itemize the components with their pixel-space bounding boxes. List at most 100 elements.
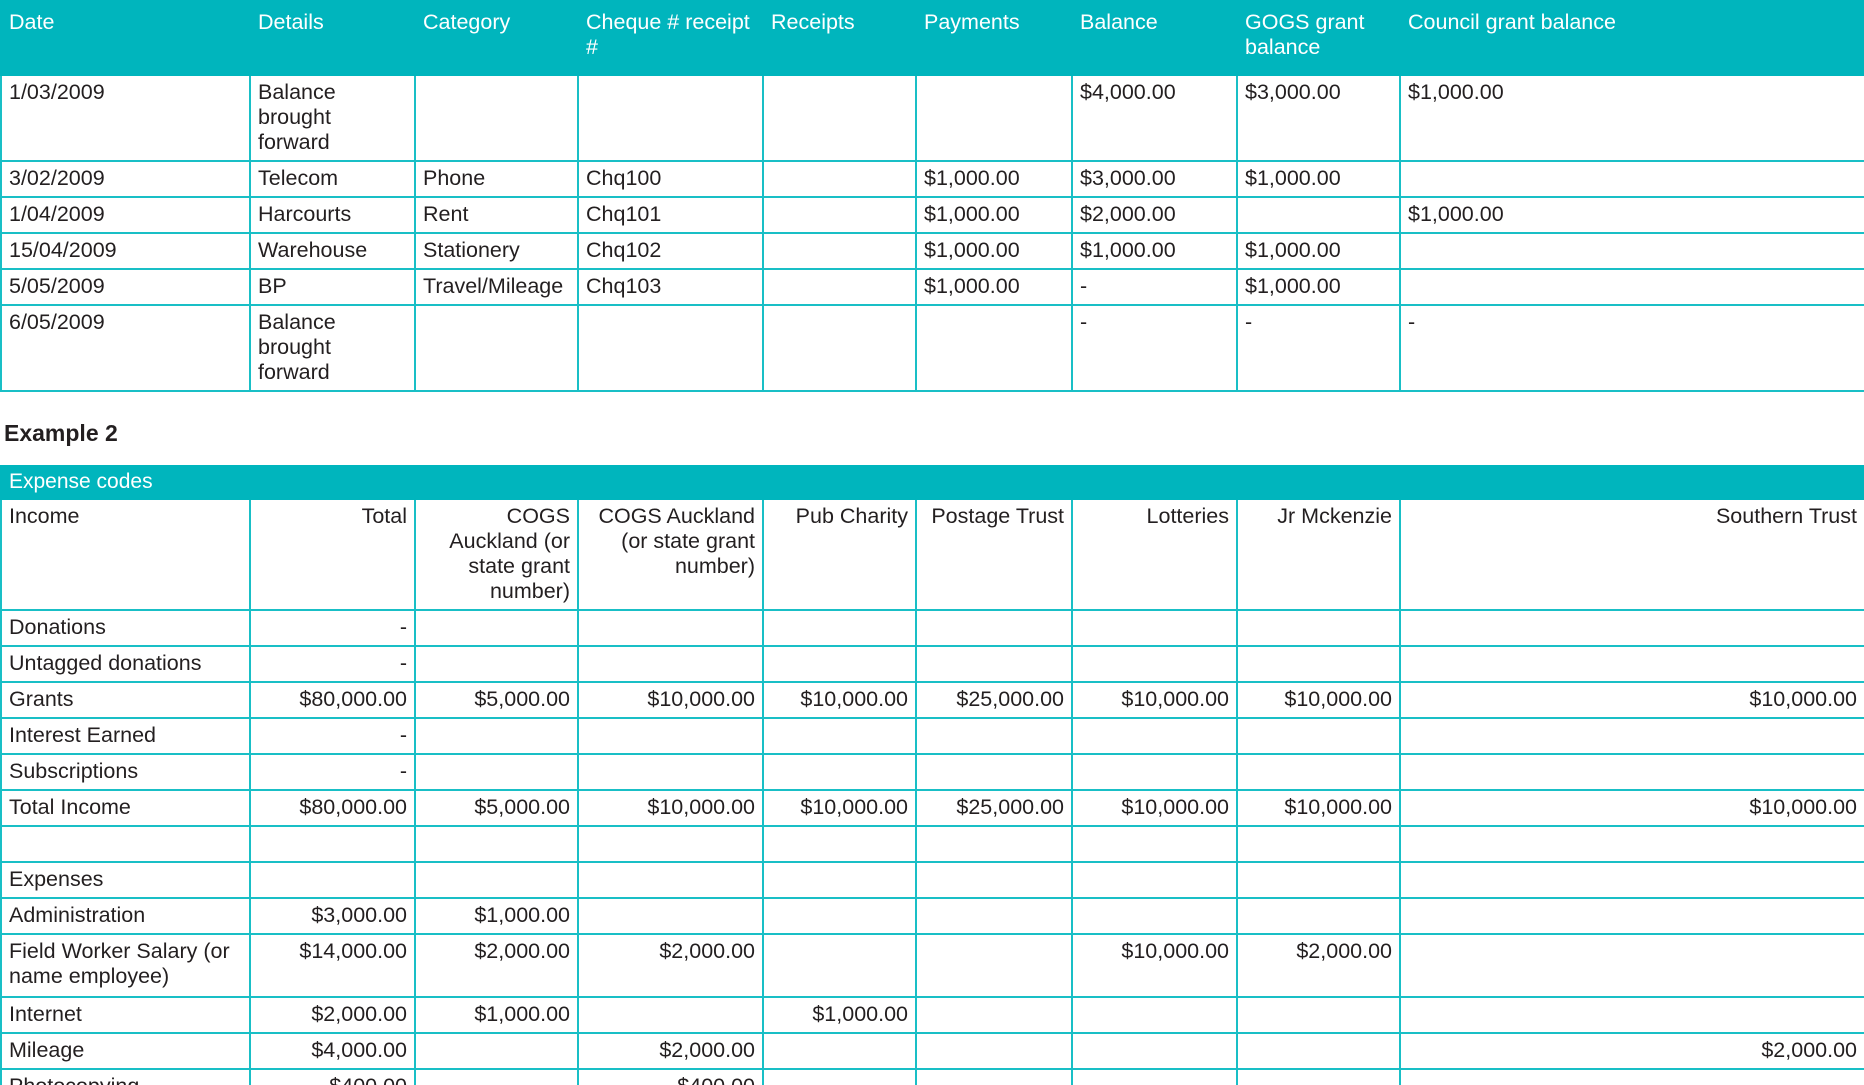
table-cell bbox=[1399, 160, 1864, 198]
table-cell: $1,000.00 bbox=[1399, 74, 1864, 162]
table-cell bbox=[1071, 645, 1238, 683]
table-cell bbox=[1236, 717, 1401, 755]
table-cell: $3,000.00 bbox=[249, 897, 416, 935]
table-cell bbox=[577, 74, 764, 162]
table-cell: $1,000.00 bbox=[1236, 232, 1401, 270]
table-cell bbox=[577, 717, 764, 755]
table-cell bbox=[1399, 609, 1864, 647]
table-cell bbox=[915, 825, 1073, 863]
table-cell bbox=[762, 825, 917, 863]
table-cell bbox=[1236, 753, 1401, 791]
table-cell bbox=[1071, 897, 1238, 935]
table-cell bbox=[762, 1068, 917, 1085]
table-row: 1/04/2009 Harcourts Rent Chq101 $1,000.00 $2,… bbox=[0, 196, 1864, 234]
table-cell: Phone bbox=[414, 160, 579, 198]
table-cell bbox=[1236, 897, 1401, 935]
row-label: Interest Earned bbox=[0, 717, 251, 755]
table-cell: $1,000.00 bbox=[915, 196, 1073, 234]
table-cell: $80,000.00 bbox=[249, 789, 416, 827]
table-cell bbox=[414, 717, 579, 755]
column-header: COGS Auckland (or state grant number) bbox=[414, 498, 579, 611]
column-header: Postage Trust bbox=[915, 498, 1073, 611]
table-cell: Stationery bbox=[414, 232, 579, 270]
expense-codes-banner-row: Expense codes bbox=[0, 465, 1864, 500]
column-header: Income bbox=[0, 498, 251, 611]
table-cell bbox=[1071, 609, 1238, 647]
table-cell bbox=[762, 160, 917, 198]
table-cell bbox=[414, 861, 579, 899]
table-cell bbox=[1236, 996, 1401, 1034]
table-cell: - bbox=[249, 609, 416, 647]
table-cell bbox=[762, 232, 917, 270]
table-row: 1/03/2009 Balance brought forward $4,000.0… bbox=[0, 74, 1864, 162]
table-cell bbox=[762, 609, 917, 647]
table-cell bbox=[249, 861, 416, 899]
row-label: Field Worker Salary (or name employee) bbox=[0, 933, 251, 998]
table-cell: $10,000.00 bbox=[762, 789, 917, 827]
table-cell: $10,000.00 bbox=[1071, 933, 1238, 998]
table-cell: $1,000.00 bbox=[915, 160, 1073, 198]
table-cell: 3/02/2009 bbox=[0, 160, 251, 198]
row-label: Subscriptions bbox=[0, 753, 251, 791]
table-cell: $1,000.00 bbox=[1071, 232, 1238, 270]
column-header: COGS Auckland (or state grant number) bbox=[577, 498, 764, 611]
table-row: Expenses bbox=[0, 861, 1864, 899]
table-cell bbox=[1399, 717, 1864, 755]
table-cell bbox=[414, 1068, 579, 1085]
column-header: Details bbox=[249, 0, 416, 76]
table-cell: $2,000.00 bbox=[1399, 1032, 1864, 1070]
table-cell bbox=[414, 74, 579, 162]
table-cell bbox=[1399, 933, 1864, 998]
table-cell: Telecom bbox=[249, 160, 416, 198]
table-cell bbox=[762, 933, 917, 998]
table-row: Photocopying$400.00$400.00 bbox=[0, 1068, 1864, 1085]
table-cell: $10,000.00 bbox=[1399, 789, 1864, 827]
table-cell bbox=[762, 717, 917, 755]
table-cell bbox=[915, 933, 1073, 998]
table-cell bbox=[1399, 861, 1864, 899]
cashbook-body: 1/03/2009 Balance brought forward $4,000.0… bbox=[0, 74, 1864, 392]
table-cell bbox=[577, 753, 764, 791]
row-label: Donations bbox=[0, 609, 251, 647]
table-cell: - bbox=[249, 645, 416, 683]
table-cell: $3,000.00 bbox=[1071, 160, 1238, 198]
document-page: Date Details Category Cheque # receipt # Rec… bbox=[0, 0, 1864, 1085]
table-cell bbox=[1071, 861, 1238, 899]
table-cell bbox=[414, 825, 579, 863]
table-cell bbox=[577, 609, 764, 647]
table-row: Donations - bbox=[0, 609, 1864, 647]
table-cell: Balance brought forward bbox=[249, 304, 416, 392]
table-cell: $10,000.00 bbox=[1071, 789, 1238, 827]
table-cell: $10,000.00 bbox=[577, 681, 764, 719]
table-cell bbox=[915, 74, 1073, 162]
table-cell: $5,000.00 bbox=[414, 789, 579, 827]
table-row bbox=[0, 825, 1864, 863]
table-row: Total Income $80,000.00 $5,000.00 $10,000.0… bbox=[0, 789, 1864, 827]
example-2-heading: Example 2 bbox=[4, 420, 118, 446]
column-header: Receipts bbox=[762, 0, 917, 76]
table-cell: - bbox=[1236, 304, 1401, 392]
table-cell: BP bbox=[249, 268, 416, 306]
table-cell: $4,000.00 bbox=[1071, 74, 1238, 162]
table-row: 15/04/2009 Warehouse Stationery Chq102 $1,00… bbox=[0, 232, 1864, 270]
table-row: Grants $80,000.00 $5,000.00 $10,000.00 $10,0… bbox=[0, 681, 1864, 719]
table-cell: $5,000.00 bbox=[414, 681, 579, 719]
table-cell bbox=[1236, 825, 1401, 863]
table-cell: $10,000.00 bbox=[1236, 681, 1401, 719]
table-cell bbox=[414, 1032, 579, 1070]
column-header: Payments bbox=[915, 0, 1073, 76]
table-cell bbox=[915, 645, 1073, 683]
column-header: Balance bbox=[1071, 0, 1238, 76]
table-cell: Chq101 bbox=[577, 196, 764, 234]
table-cell: Balance brought forward bbox=[249, 74, 416, 162]
table-cell: $2,000.00 bbox=[577, 933, 764, 998]
spacer-before-table2 bbox=[0, 447, 1864, 465]
table-cell bbox=[577, 861, 764, 899]
table-cell: Rent bbox=[414, 196, 579, 234]
column-header: Pub Charity bbox=[762, 498, 917, 611]
table-cell: $2,000.00 bbox=[577, 1032, 764, 1070]
column-header: Council grant balance bbox=[1399, 0, 1864, 76]
table-cell: 5/05/2009 bbox=[0, 268, 251, 306]
table-cell bbox=[1071, 1032, 1238, 1070]
row-label: Grants bbox=[0, 681, 251, 719]
